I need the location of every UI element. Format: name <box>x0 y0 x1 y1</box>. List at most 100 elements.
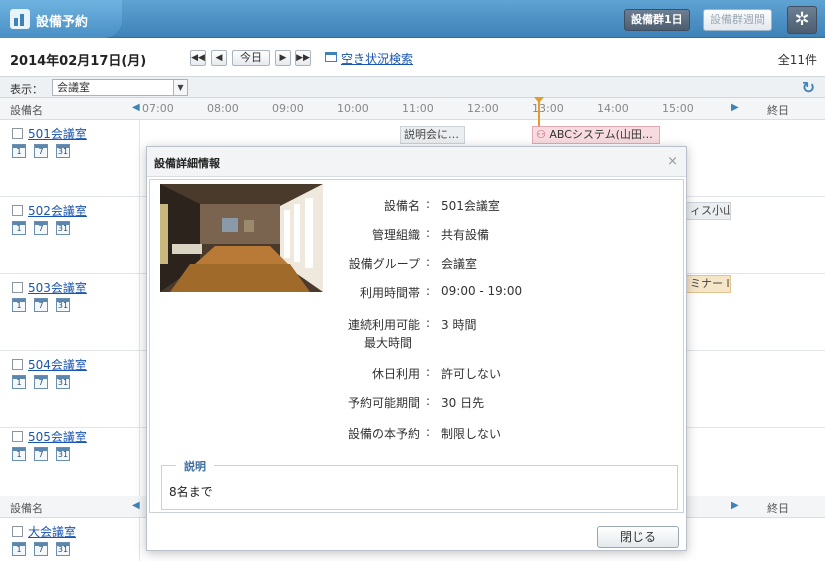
scroll-left-icon[interactable]: ◀ <box>132 102 140 113</box>
scroll-right-icon[interactable]: ▶ <box>731 500 739 511</box>
detail-label: 設備の本予約 <box>347 427 420 441</box>
detail-label: 連続利用可能 <box>347 318 420 332</box>
calendar-icon <box>325 52 337 62</box>
prev-day-button[interactable]: ◀ <box>211 50 227 66</box>
hour-label: 14:00 <box>597 102 629 115</box>
display-label: 表示： <box>10 83 43 96</box>
week-calendar-icon[interactable]: 7 <box>34 447 48 461</box>
week-calendar-icon[interactable]: 7 <box>34 298 48 312</box>
facility-link[interactable]: 505会議室 <box>28 428 87 445</box>
user-icon: ⚇ <box>536 128 546 141</box>
description-legend: 説明 <box>176 458 214 474</box>
month-calendar-icon[interactable]: 31 <box>56 542 70 556</box>
gear-icon[interactable]: ✲ <box>787 6 817 34</box>
day-calendar-icon[interactable]: 1 <box>12 298 26 312</box>
facility-name-cell: 大会議室 1 7 31 <box>0 518 140 561</box>
week-calendar-icon[interactable]: 7 <box>34 221 48 235</box>
facility-link[interactable]: 501会議室 <box>28 125 87 142</box>
appointment[interactable]: ィス小山 <box>686 202 731 220</box>
facility-checkbox[interactable] <box>12 205 23 216</box>
week-calendar-icon[interactable]: 7 <box>34 542 48 556</box>
facility-checkbox[interactable] <box>12 359 23 370</box>
column-facility-name: 設備名 <box>10 502 43 515</box>
facility-detail-dialog: 設備詳細情報 × 設備名 : 501会議室 管理組織: 共有設備 設備グループ… <box>146 146 687 551</box>
facility-name-cell: 502会議室 1 7 31 <box>0 197 140 274</box>
detail-value: 会議室 <box>441 257 478 271</box>
scroll-left-icon[interactable]: ◀ <box>132 500 140 511</box>
detail-label: 予約可能期間 <box>347 396 420 410</box>
display-filter-bar: 表示： 会議室 ▼ ↻ <box>0 76 825 98</box>
total-count: 全11件 <box>777 53 817 67</box>
appointment[interactable]: ミナー l <box>686 275 731 293</box>
day-calendar-icon[interactable]: 1 <box>12 221 26 235</box>
facility-checkbox[interactable] <box>12 526 23 537</box>
day-calendar-icon[interactable]: 1 <box>12 375 26 389</box>
time-header: 設備名 ◀ 07:00 08:00 09:00 10:00 11:00 12:0… <box>0 98 825 120</box>
hour-label: 13:00 <box>532 102 564 115</box>
description-text: 8名まで <box>169 485 213 499</box>
facility-link[interactable]: 503会議室 <box>28 279 87 296</box>
today-button[interactable]: 今日 <box>232 50 270 66</box>
facility-link[interactable]: 502会議室 <box>28 202 87 219</box>
hour-label: 08:00 <box>207 102 239 115</box>
hour-label: 10:00 <box>337 102 369 115</box>
next-day-button[interactable]: ▶ <box>275 50 291 66</box>
app-title: 設備予約 <box>36 15 89 30</box>
facility-booking-icon <box>10 9 30 29</box>
scroll-right-icon[interactable]: ▶ <box>731 102 739 113</box>
close-button[interactable]: 閉じる <box>597 526 679 548</box>
dialog-title: 設備詳細情報 <box>154 157 220 170</box>
hour-label: 15:00 <box>662 102 694 115</box>
hour-label: 11:00 <box>402 102 434 115</box>
detail-colon: : <box>426 255 431 269</box>
month-calendar-icon[interactable]: 31 <box>56 447 70 461</box>
group-week-view-button[interactable]: 設備群週間 <box>703 9 772 31</box>
facility-name-cell: 501会議室 1 7 31 <box>0 120 140 197</box>
facility-link[interactable]: 大会議室 <box>28 523 76 540</box>
appointment[interactable]: 説明会に… <box>400 126 465 144</box>
column-all-day: 終日 <box>767 104 789 117</box>
detail-value: 共有設備 <box>441 228 490 242</box>
detail-label: 設備名 <box>383 199 420 213</box>
detail-label-line2: 最大時間 <box>363 336 412 350</box>
detail-colon: : <box>426 226 431 240</box>
facility-group-select[interactable]: 会議室 ▼ <box>52 79 188 96</box>
detail-colon: : <box>426 316 431 330</box>
date-navigation-bar: 2014年02月17日(月) ◀◀ ◀ 今日 ▶ ▶▶ 空き状況検索 全11件 <box>0 38 825 76</box>
facility-name-cell: 503会議室 1 7 31 <box>0 274 140 351</box>
facility-name-cell: 504会議室 1 7 31 <box>0 351 140 428</box>
month-calendar-icon[interactable]: 31 <box>56 221 70 235</box>
group-day-view-button[interactable]: 設備群1日 <box>624 9 690 31</box>
detail-value: 09:00 - 19:00 <box>441 284 523 298</box>
month-calendar-icon[interactable]: 31 <box>56 298 70 312</box>
refresh-icon[interactable]: ↻ <box>802 78 815 97</box>
detail-colon: : <box>426 365 431 379</box>
detail-colon: : <box>426 425 431 439</box>
dialog-body: 設備名 : 501会議室 管理組織 : 共有設備 設備グループ : 会議室 利用… <box>149 179 684 513</box>
hour-label: 09:00 <box>272 102 304 115</box>
facility-checkbox[interactable] <box>12 431 23 442</box>
week-calendar-icon[interactable]: 7 <box>34 375 48 389</box>
column-all-day: 終日 <box>767 502 789 515</box>
month-calendar-icon[interactable]: 31 <box>56 144 70 158</box>
day-calendar-icon[interactable]: 1 <box>12 447 26 461</box>
facility-checkbox[interactable] <box>12 128 23 139</box>
week-calendar-icon[interactable]: 7 <box>34 144 48 158</box>
vacancy-search-link[interactable]: 空き状況検索 <box>341 50 413 67</box>
detail-label: 利用時間帯 <box>359 286 420 300</box>
description-box: 説明 8名まで <box>161 458 678 510</box>
detail-colon: : <box>426 197 431 211</box>
day-calendar-icon[interactable]: 1 <box>12 144 26 158</box>
month-calendar-icon[interactable]: 31 <box>56 375 70 389</box>
next-week-button[interactable]: ▶▶ <box>295 50 311 66</box>
facility-link[interactable]: 504会議室 <box>28 356 87 373</box>
prev-week-button[interactable]: ◀◀ <box>190 50 206 66</box>
day-calendar-icon[interactable]: 1 <box>12 542 26 556</box>
facility-checkbox[interactable] <box>12 282 23 293</box>
facility-name-cell: 505会議室 1 7 31 <box>0 423 140 500</box>
dialog-header: 設備詳細情報 × <box>147 147 686 177</box>
close-icon[interactable]: × <box>667 154 678 169</box>
detail-value: 制限しない <box>441 427 502 441</box>
appointment[interactable]: ⚇ ABCシステム(山田… <box>532 126 660 144</box>
column-facility-name: 設備名 <box>10 104 43 117</box>
